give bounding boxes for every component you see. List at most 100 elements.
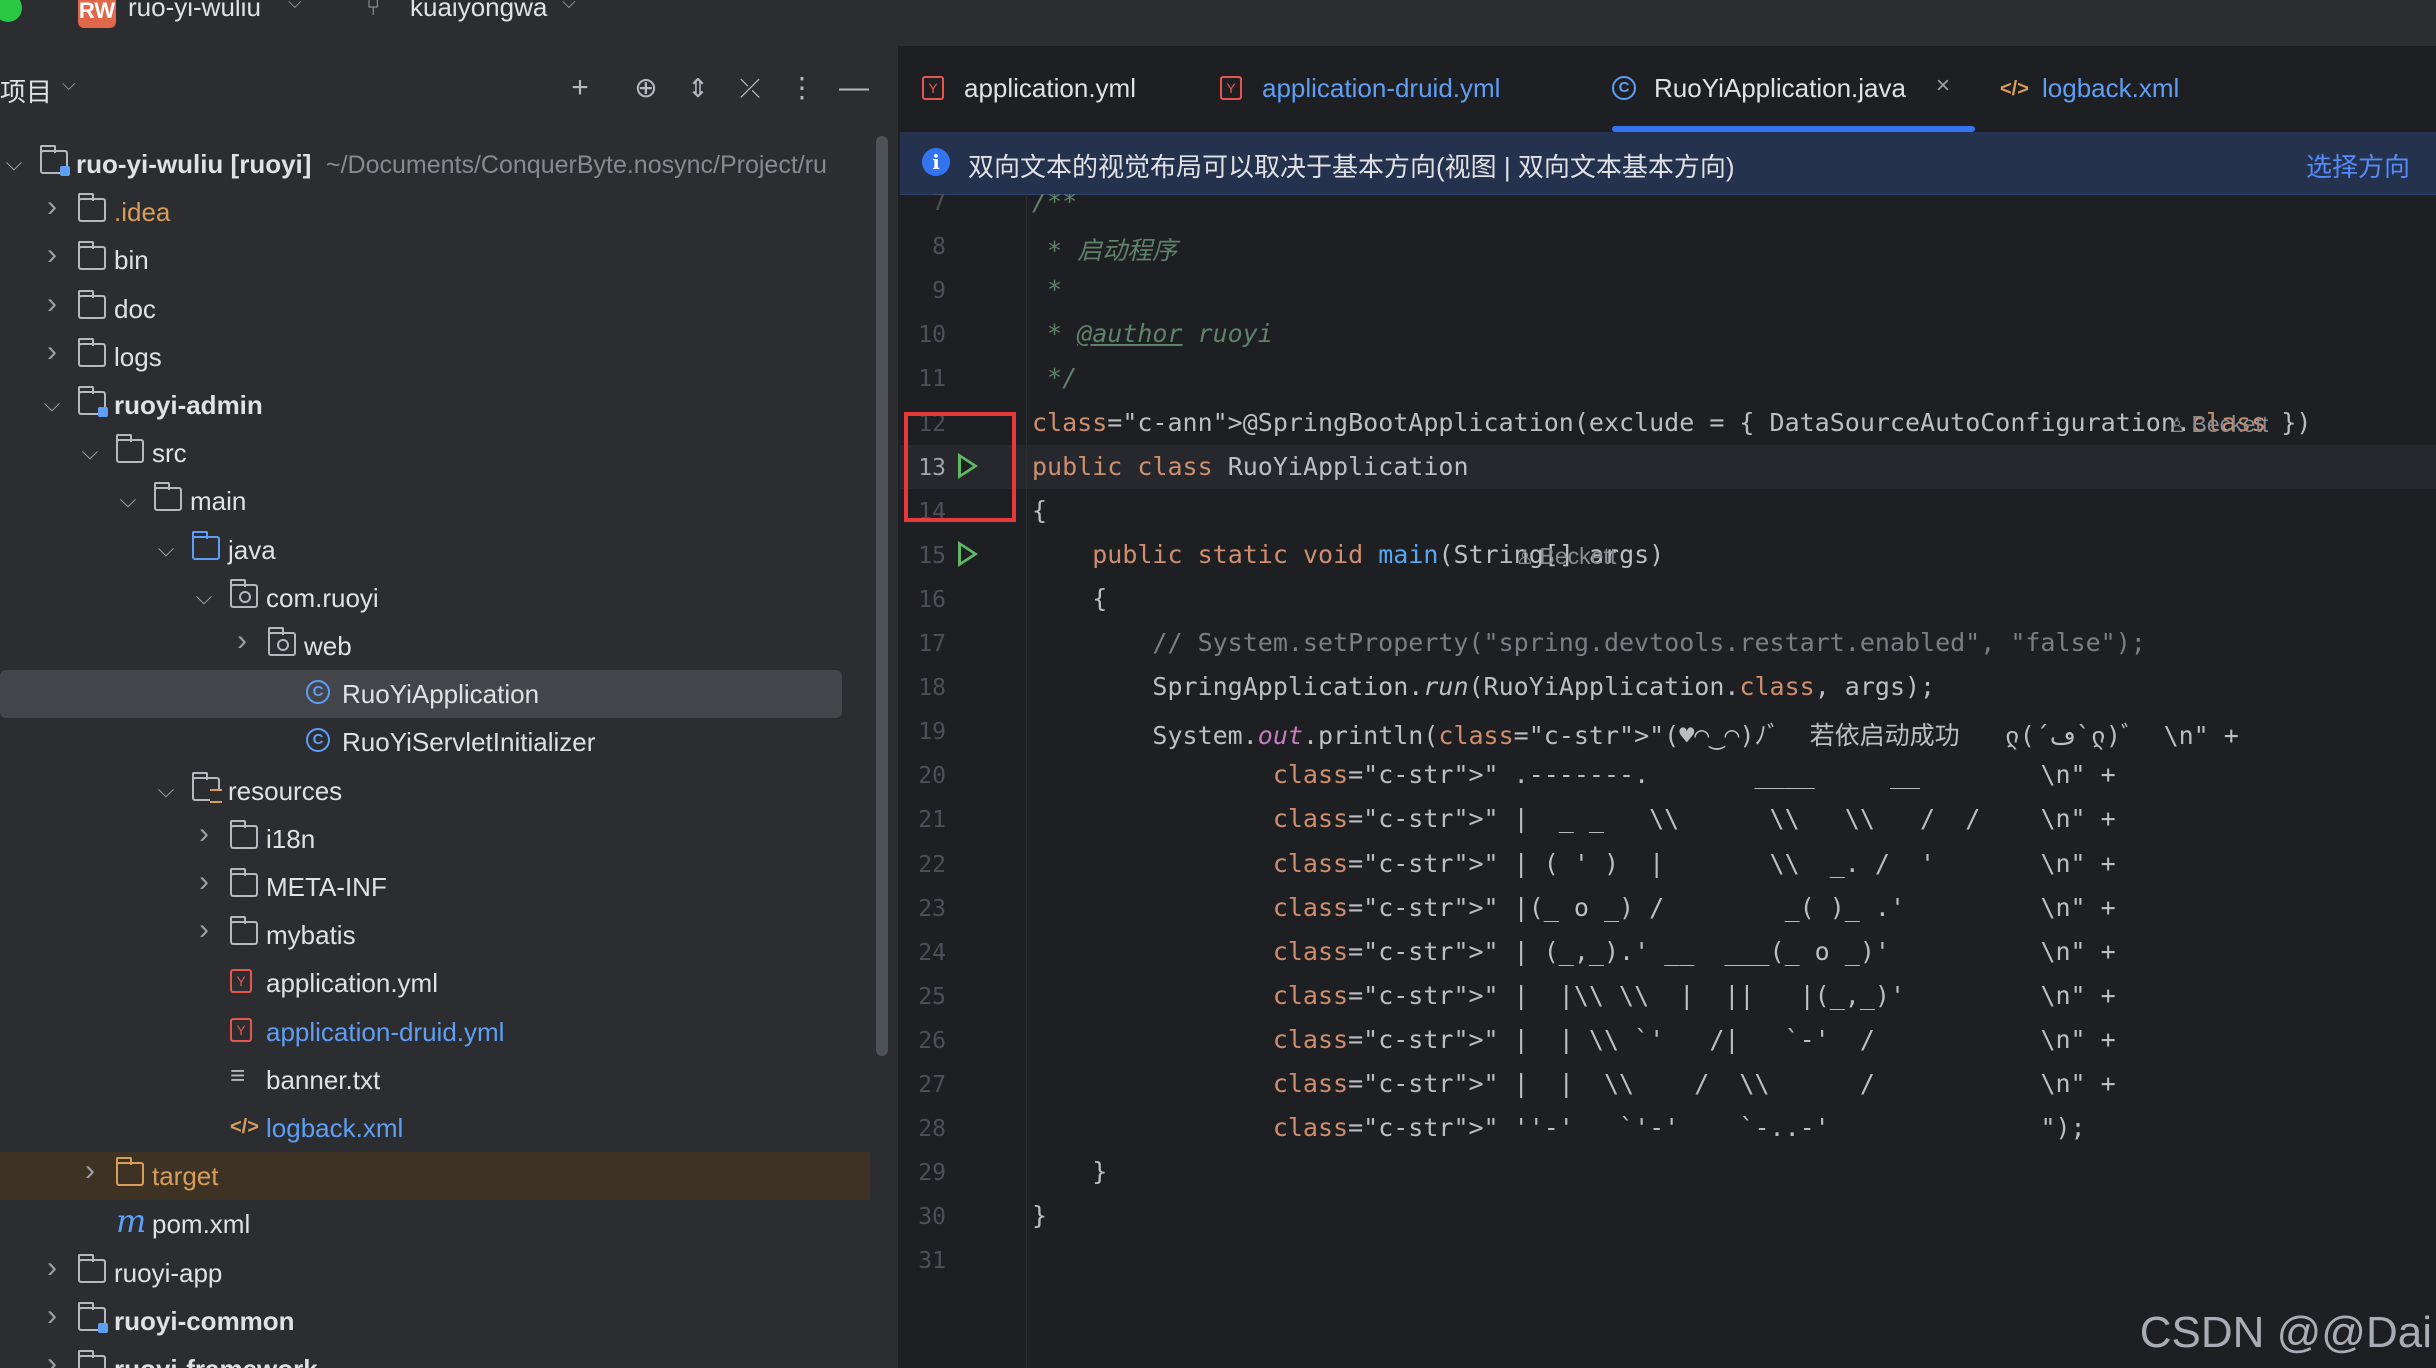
chevron-right-icon[interactable]: › xyxy=(80,1154,100,1188)
hide-panel-icon[interactable]: — xyxy=(834,68,874,108)
tree-item[interactable]: ⌵ ruo-yi-wuliu [ruoyi] ~/Documents/Conquer… xyxy=(0,140,870,188)
code-author-hint[interactable]: ♙ Beckett xyxy=(2168,411,2268,438)
chevron-right-icon[interactable]: › xyxy=(42,1347,62,1368)
code-line[interactable]: 7 /** xyxy=(900,194,2436,224)
editor-tab[interactable]: Yapplication.yml xyxy=(922,46,1210,132)
code-line[interactable]: 26 class="c-str">" | | \\ `' /| `-' / \n… xyxy=(900,1018,2436,1062)
code-editor[interactable]: 7/** 8 * 启动程序 9 * 10 * @author ruoyi 11 */12… xyxy=(900,194,2436,1368)
tree-item[interactable]: › ruoyi-app xyxy=(0,1249,870,1297)
chevron-right-icon[interactable]: › xyxy=(42,1299,62,1333)
code-line[interactable]: 14{ xyxy=(900,489,2436,533)
tree-item[interactable]: › web xyxy=(0,622,870,670)
choose-direction-link[interactable]: 选择方向 xyxy=(2306,147,2410,184)
code-line[interactable]: 11 */ xyxy=(900,356,2436,400)
chevron-down-icon[interactable]: ⌵ xyxy=(562,0,576,13)
tree-item[interactable]: › META-INF xyxy=(0,863,870,911)
code-line[interactable]: 22 class="c-str">" | ( ' ) | \\ _. / ' \… xyxy=(900,842,2436,886)
branch-switcher[interactable]: kuaiyongwa xyxy=(410,0,547,23)
tree-item[interactable]: ≡ banner.txt xyxy=(0,1056,870,1104)
chevron-down-icon[interactable]: ⌵ xyxy=(62,74,76,95)
chevron-down-icon[interactable]: ⌵ xyxy=(80,439,100,465)
tree-item[interactable]: ⌵ main xyxy=(0,477,870,525)
code-line[interactable]: 8 * 启动程序 xyxy=(900,224,2436,268)
git-branch-icon[interactable]: ⑂ xyxy=(366,0,380,22)
tree-item[interactable]: ⌵ resources xyxy=(0,767,870,815)
tree-item[interactable]: › ruoyi-common xyxy=(0,1297,870,1345)
code-line[interactable]: 30} xyxy=(900,1194,2436,1238)
chevron-right-icon[interactable]: › xyxy=(42,335,62,369)
code-text: */ xyxy=(1032,363,1078,393)
chevron-right-icon[interactable]: › xyxy=(194,817,214,851)
code-line[interactable]: 31 xyxy=(900,1238,2436,1282)
code-line[interactable]: 15 public static void main(String[] args… xyxy=(900,533,2436,577)
editor-tab[interactable]: </> logback.xml xyxy=(2000,46,2330,132)
tree-item[interactable]: m pom.xml xyxy=(0,1200,870,1248)
chevron-right-icon[interactable]: › xyxy=(42,287,62,321)
code-line[interactable]: 20 class="c-str">" .-------. ____ __ \n"… xyxy=(900,753,2436,797)
code-line[interactable]: 21 class="c-str">" | _ _ \\ \\ \\ / / \n… xyxy=(900,797,2436,841)
tree-item[interactable]: ⌵ ruoyi-admin xyxy=(0,381,870,429)
chevron-right-icon[interactable]: › xyxy=(194,913,214,947)
code-line[interactable]: 23 class="c-str">" |(_ o _) / _( )_ .' \… xyxy=(900,886,2436,930)
tree-item[interactable]: C RuoYiServletInitializer xyxy=(0,718,870,766)
tree-item-label: target xyxy=(152,1161,219,1192)
editor-tab[interactable]: Yapplication-druid.yml xyxy=(1220,46,1620,132)
chevron-right-icon[interactable]: › xyxy=(42,238,62,272)
tree-item[interactable]: › doc xyxy=(0,285,870,333)
project-switcher[interactable]: ruo-yi-wuliu xyxy=(128,0,261,23)
code-line[interactable]: 17 // System.setProperty("spring.devtool… xyxy=(900,621,2436,665)
tree-item[interactable]: › ruoyi-framework xyxy=(0,1345,870,1368)
code-author-hint[interactable]: ♙ Beckett xyxy=(1516,543,1616,570)
tree-item[interactable]: › i18n xyxy=(0,815,870,863)
code-line[interactable]: 12 class="c-ann">@SpringBootApplication(e… xyxy=(900,401,2436,445)
code-line[interactable]: 24 class="c-str">" | (_,_).' __ ___(_ o … xyxy=(900,930,2436,974)
locate-file-icon[interactable]: ⊕ xyxy=(626,68,666,108)
tree-item[interactable]: › .idea xyxy=(0,188,870,236)
tree-item[interactable]: C RuoYiApplication xyxy=(0,670,842,719)
code-line[interactable]: 25 class="c-str">" | |\\ \\ | || |(_,_)'… xyxy=(900,974,2436,1018)
chevron-down-icon[interactable]: ⌵ xyxy=(194,584,214,610)
tree-item[interactable]: Yapplication.yml xyxy=(0,959,870,1007)
expand-all-icon[interactable]: ⇕ xyxy=(678,68,718,108)
add-icon[interactable]: + xyxy=(560,68,600,108)
project-tree-scrollbar[interactable] xyxy=(876,136,888,1056)
chevron-down-icon[interactable]: ⌵ xyxy=(288,0,302,13)
code-line[interactable]: 10 * @author ruoyi xyxy=(900,312,2436,356)
chevron-down-icon[interactable]: ⌵ xyxy=(156,777,176,803)
code-line[interactable]: 18 SpringApplication.run(RuoYiApplicatio… xyxy=(900,665,2436,709)
tree-item[interactable]: ⌵ java xyxy=(0,526,870,574)
chevron-right-icon[interactable]: › xyxy=(42,190,62,224)
tree-item[interactable]: › bin xyxy=(0,236,870,284)
chevron-right-icon[interactable]: › xyxy=(42,1251,62,1285)
tree-item-label: ruoyi-admin xyxy=(114,390,263,420)
tree-item[interactable]: › mybatis xyxy=(0,911,870,959)
project-badge-icon[interactable]: RW xyxy=(78,0,116,28)
more-options-icon[interactable]: ⋮ xyxy=(782,68,822,108)
tree-item[interactable]: › logs xyxy=(0,333,870,381)
code-line[interactable]: 16 { xyxy=(900,577,2436,621)
close-tab-icon[interactable]: × xyxy=(1936,72,1950,100)
run-gutter-icon[interactable] xyxy=(958,540,978,567)
collapse-all-icon[interactable]: ⤫ xyxy=(730,68,770,108)
editor-tab[interactable]: C RuoYiApplication.java × xyxy=(1612,46,1975,132)
code-line[interactable]: 29 } xyxy=(900,1150,2436,1194)
code-line[interactable]: 28 class="c-str">" ''-' `'-' `-..-' "); xyxy=(900,1106,2436,1150)
code-line[interactable]: 13 public class RuoYiApplication xyxy=(900,444,2436,489)
chevron-right-icon[interactable]: › xyxy=(194,865,214,899)
chevron-down-icon[interactable]: ⌵ xyxy=(42,391,62,417)
tree-item[interactable]: › target xyxy=(0,1152,870,1201)
tree-item[interactable]: ⌵ com.ruoyi xyxy=(0,574,870,622)
window-maximize-button[interactable] xyxy=(0,0,22,22)
chevron-down-icon[interactable]: ⌵ xyxy=(118,487,138,513)
code-line[interactable]: 9 * xyxy=(900,268,2436,312)
chevron-down-icon[interactable]: ⌵ xyxy=(156,536,176,562)
tree-item[interactable]: ⌵ src xyxy=(0,429,870,477)
tree-item[interactable]: </> logback.xml xyxy=(0,1104,870,1152)
code-line[interactable]: 19 System.out.println(class="c-str">"(♥◠… xyxy=(900,709,2436,753)
project-panel-title[interactable]: 项目 xyxy=(0,72,52,109)
code-text: * @author ruoyi xyxy=(1032,319,1273,349)
tree-item[interactable]: Yapplication-druid.yml xyxy=(0,1008,870,1056)
chevron-right-icon[interactable]: › xyxy=(232,624,252,658)
chevron-down-icon[interactable]: ⌵ xyxy=(4,150,24,176)
code-line[interactable]: 27 class="c-str">" | | \\ / \\ / \n" + xyxy=(900,1062,2436,1106)
